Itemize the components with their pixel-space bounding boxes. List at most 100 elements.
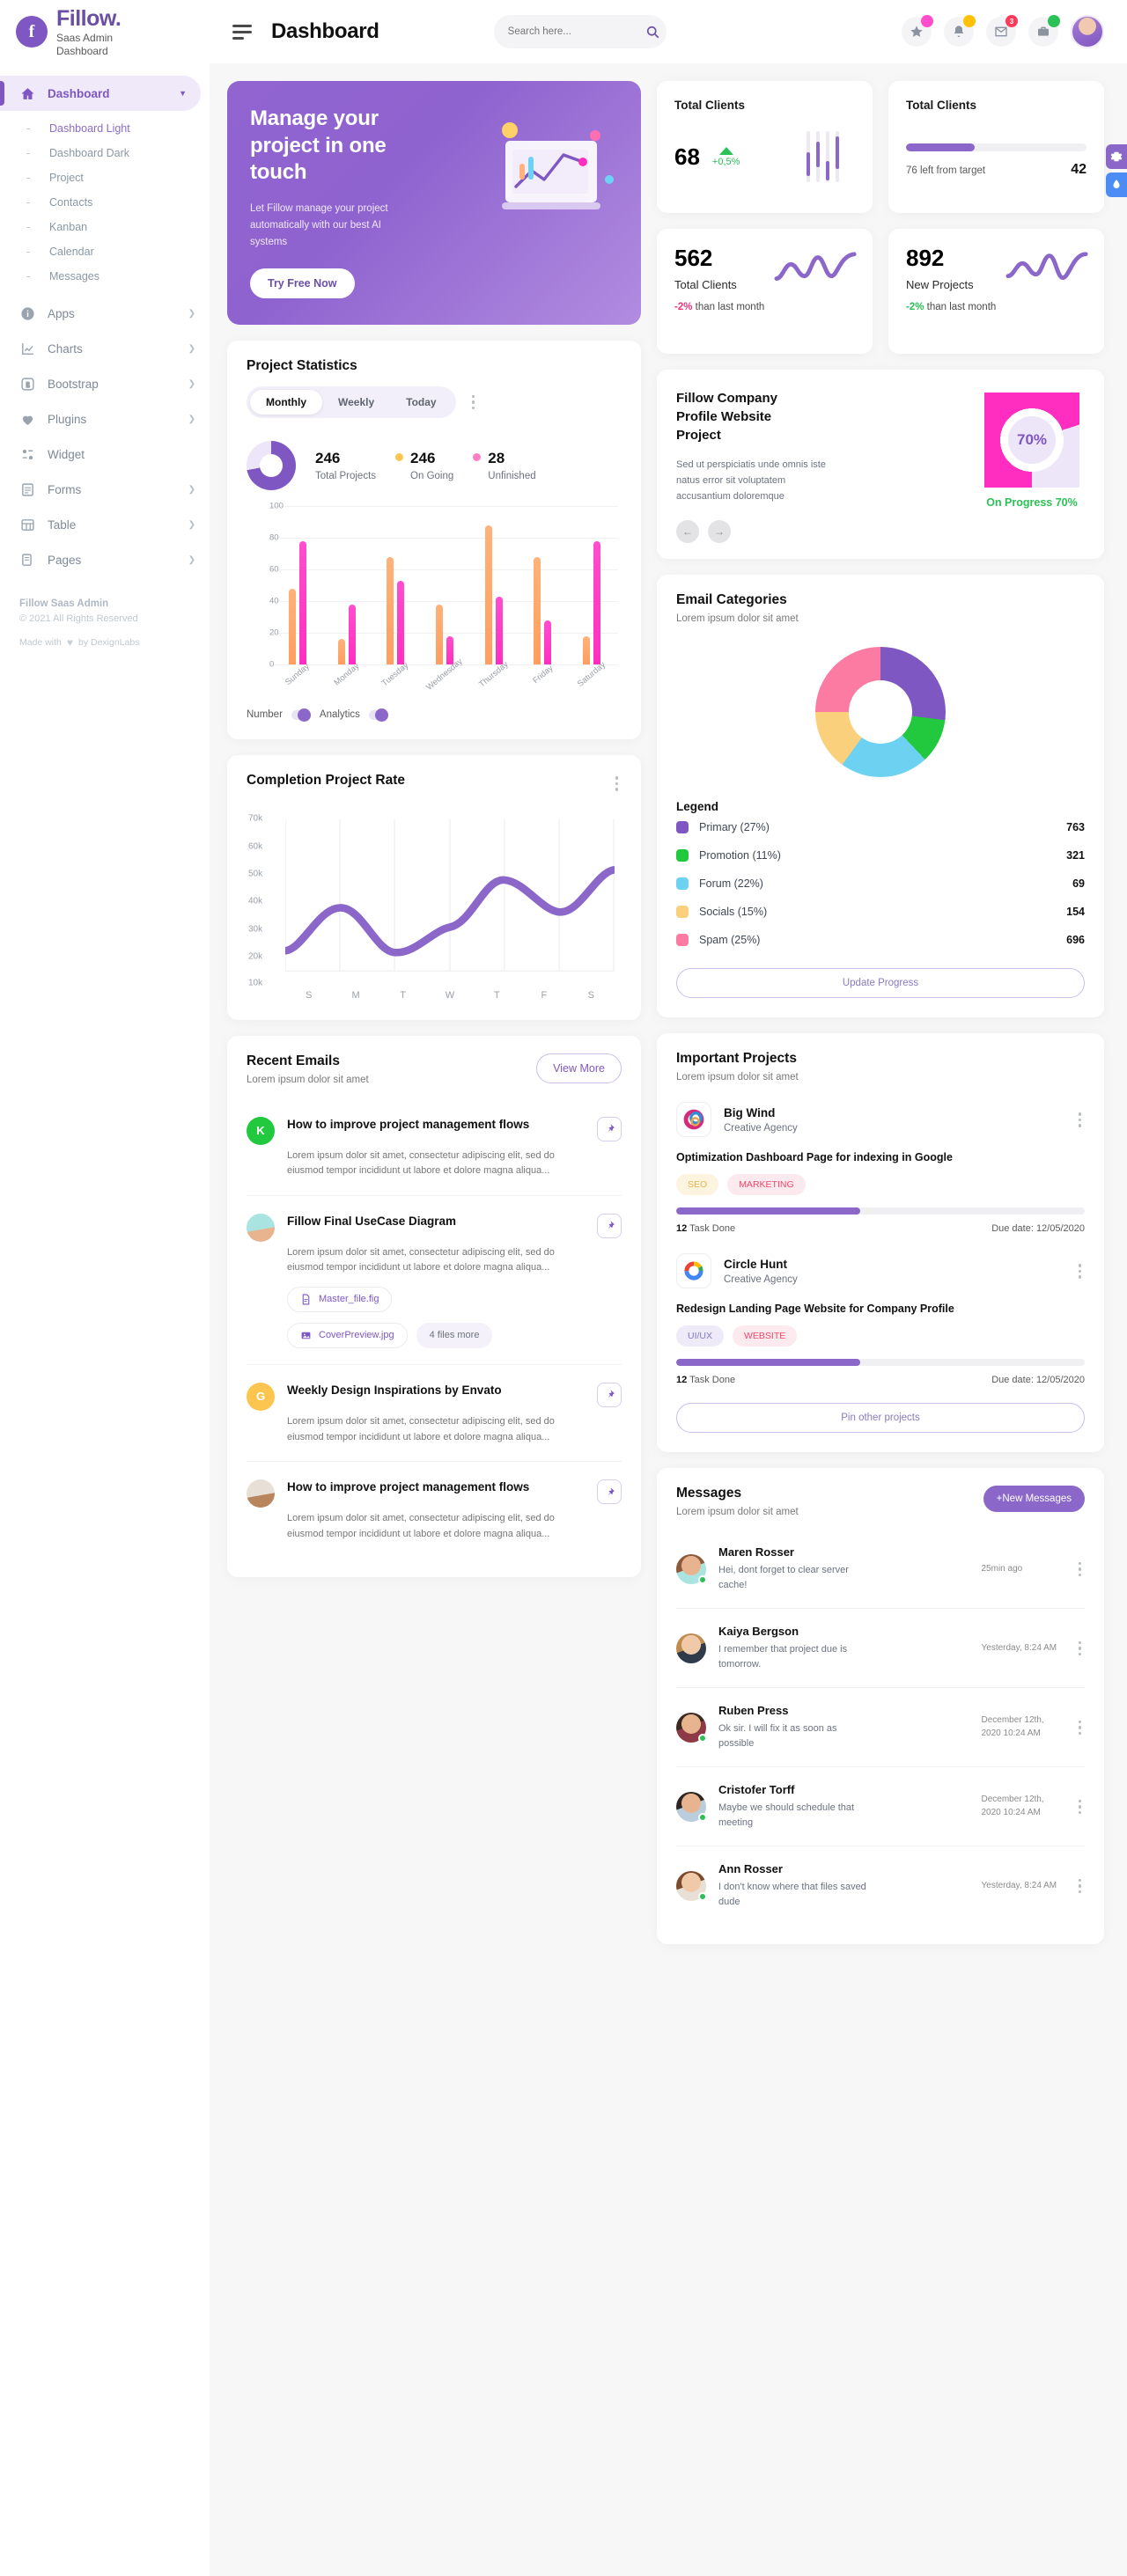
message-row[interactable]: Ruben Press Ok sir. I will fix it as soo… xyxy=(676,1687,1085,1766)
new-messages-button[interactable]: +New Messages xyxy=(983,1486,1085,1513)
message-row[interactable]: Cristofer Torff Maybe we should schedule… xyxy=(676,1766,1085,1846)
droplet-icon[interactable] xyxy=(1106,172,1127,197)
arrow-right-icon[interactable]: → xyxy=(708,520,731,544)
tab-today[interactable]: Today xyxy=(390,390,452,415)
email-list-item[interactable]: G Weekly Design Inspirations by Envato L… xyxy=(247,1363,622,1461)
pin-icon[interactable] xyxy=(597,1213,622,1238)
project-statistics-summary: 246 Total Projects 246 On Going 28 Unfin… xyxy=(247,441,622,491)
message-menu-icon[interactable] xyxy=(1075,1796,1086,1818)
email-title: How to improve project management flows xyxy=(287,1480,530,1494)
made-by-label: by DexignLabs xyxy=(77,637,140,648)
message-menu-icon[interactable] xyxy=(1075,1717,1086,1739)
summary-value: 246 xyxy=(315,450,341,467)
hero-illustration-icon xyxy=(502,122,614,209)
legend-toggle-number[interactable] xyxy=(291,708,311,722)
search-icon[interactable] xyxy=(644,19,661,44)
pin-other-projects-button[interactable]: Pin other projects xyxy=(676,1403,1085,1434)
pin-icon[interactable] xyxy=(597,1382,622,1407)
sidebar-item-pages[interactable]: Pages ❯ xyxy=(0,542,210,577)
project-statistics-menu-icon[interactable] xyxy=(468,392,479,414)
bar-group xyxy=(469,506,519,665)
sidebar-item-table[interactable]: Table ❯ xyxy=(0,507,210,542)
legend-swatch xyxy=(676,877,689,891)
y-tick: 50k xyxy=(248,869,263,879)
briefcase-icon[interactable] xyxy=(1028,15,1060,47)
view-more-button[interactable]: View More xyxy=(536,1053,622,1083)
menu-toggle-icon[interactable] xyxy=(229,21,255,43)
tab-monthly[interactable]: Monthly xyxy=(250,390,322,415)
message-menu-icon[interactable] xyxy=(1075,1638,1086,1660)
arrow-left-icon[interactable]: ← xyxy=(676,520,699,544)
forms-icon xyxy=(19,481,35,497)
project-tag[interactable]: MARKETING xyxy=(727,1174,806,1196)
completion-rate-menu-icon[interactable] xyxy=(612,773,622,795)
sidebar-item-dashboard-dark[interactable]: - Dashboard Dark xyxy=(0,141,210,165)
sidebar-item-forms[interactable]: Forms ❯ xyxy=(0,472,210,507)
message-text: Ok sir. I will fix it as soon as possibl… xyxy=(718,1723,837,1749)
summary-unfinished: 28 Unfinished xyxy=(473,450,536,481)
message-row[interactable]: Maren Rosser Hei, dont forget to clear s… xyxy=(676,1530,1085,1608)
project-tag[interactable]: UI/UX xyxy=(676,1325,725,1347)
chevron-right-icon: ❯ xyxy=(188,519,195,530)
star-icon[interactable] xyxy=(902,15,933,47)
project-tag[interactable]: SEO xyxy=(676,1174,719,1196)
more-files-chip[interactable]: 4 files more xyxy=(416,1322,493,1348)
project-item[interactable]: Circle Hunt Creative Agency Redesign Lan… xyxy=(676,1253,1085,1385)
email-avatar xyxy=(247,1479,275,1508)
project-tag[interactable]: WEBSITE xyxy=(733,1325,798,1347)
settings-icon[interactable] xyxy=(1106,144,1127,169)
pin-icon[interactable] xyxy=(597,1479,622,1505)
summary-total-projects: 246 Total Projects xyxy=(315,450,376,481)
sidebar-footer: Fillow Saas Admin © 2021 All Rights Rese… xyxy=(0,577,210,649)
sidebar-item-dashboard-light[interactable]: - Dashboard Light xyxy=(0,116,210,141)
try-free-now-button[interactable]: Try Free Now xyxy=(250,268,355,299)
email-attachments-2: CoverPreview.jpg 4 files more xyxy=(287,1322,622,1348)
user-avatar[interactable] xyxy=(1071,15,1104,48)
sidebar-item-calendar[interactable]: - Calendar xyxy=(0,239,210,264)
message-text: I don't know where that files saved dude xyxy=(718,1882,866,1907)
tab-weekly[interactable]: Weekly xyxy=(322,390,390,415)
important-projects-card: Important Projects Lorem ipsum dolor sit… xyxy=(657,1033,1104,1453)
chevron-right-icon: ❯ xyxy=(188,554,195,565)
message-row[interactable]: Ann Rosser I don't know where that files… xyxy=(676,1846,1085,1925)
sidebar-item-apps[interactable]: Apps ❯ xyxy=(0,296,210,331)
pin-icon[interactable] xyxy=(597,1116,622,1141)
project-menu-icon[interactable] xyxy=(1075,1260,1086,1282)
line-chart-x-labels: S M T W T F S xyxy=(285,990,615,1001)
attachment-chip[interactable]: Master_file.fig xyxy=(287,1286,393,1312)
project-company: Creative Agency xyxy=(724,1273,798,1285)
sidebar-item-widget[interactable]: Widget xyxy=(0,437,210,472)
sidebar-item-kanban[interactable]: - Kanban xyxy=(0,215,210,239)
sidebar-item-plugins[interactable]: Plugins ❯ xyxy=(0,401,210,437)
message-menu-icon[interactable] xyxy=(1075,1875,1086,1897)
project-task-done: 12 Task Done xyxy=(676,1223,735,1234)
email-list-item[interactable]: How to improve project management flows … xyxy=(247,1461,622,1558)
project-menu-icon[interactable] xyxy=(1075,1109,1086,1131)
bell-icon[interactable] xyxy=(944,15,976,47)
brand[interactable]: f Fillow. Saas Admin Dashboard xyxy=(0,0,210,63)
sidebar-item-charts[interactable]: Charts ❯ xyxy=(0,331,210,366)
content-grid: Manage your project in one touch Let Fil… xyxy=(210,63,1127,1979)
sidebar-item-project[interactable]: - Project xyxy=(0,165,210,190)
envelope-icon[interactable]: 3 xyxy=(986,15,1018,47)
sidebar-item-messages[interactable]: - Messages xyxy=(0,264,210,289)
legend-toggle-analytics[interactable] xyxy=(368,708,388,722)
message-menu-icon[interactable] xyxy=(1075,1559,1086,1581)
search-box[interactable] xyxy=(493,15,667,48)
sidebar-item-contacts[interactable]: - Contacts xyxy=(0,190,210,215)
project-item[interactable]: Big Wind Creative Agency Optimization Da… xyxy=(676,1102,1085,1234)
recent-emails-card: Recent Emails Lorem ipsum dolor sit amet… xyxy=(227,1035,641,1578)
sidebar-item-label: Plugins xyxy=(48,412,87,426)
message-row[interactable]: Kaiya Bergson I remember that project du… xyxy=(676,1608,1085,1687)
made-with-label: Made with xyxy=(19,637,62,648)
attachment-chip[interactable]: CoverPreview.jpg xyxy=(287,1322,408,1348)
sidebar-item-bootstrap[interactable]: Bootstrap ❯ xyxy=(0,366,210,401)
search-input[interactable] xyxy=(507,26,644,37)
sidebar-item-dashboard[interactable]: Dashboard ▼ xyxy=(0,76,201,111)
bar-chart-x-labels: Sunday Monday Tuesday Wednesday Thursday… xyxy=(273,657,616,693)
email-list-item[interactable]: Fillow Final UseCase Diagram Lorem ipsum… xyxy=(247,1194,622,1364)
update-progress-button[interactable]: Update Progress xyxy=(676,968,1085,999)
y-tick: 60k xyxy=(248,841,263,852)
x-tick: W xyxy=(445,989,455,1001)
email-list-item[interactable]: K How to improve project management flow… xyxy=(247,1099,622,1195)
